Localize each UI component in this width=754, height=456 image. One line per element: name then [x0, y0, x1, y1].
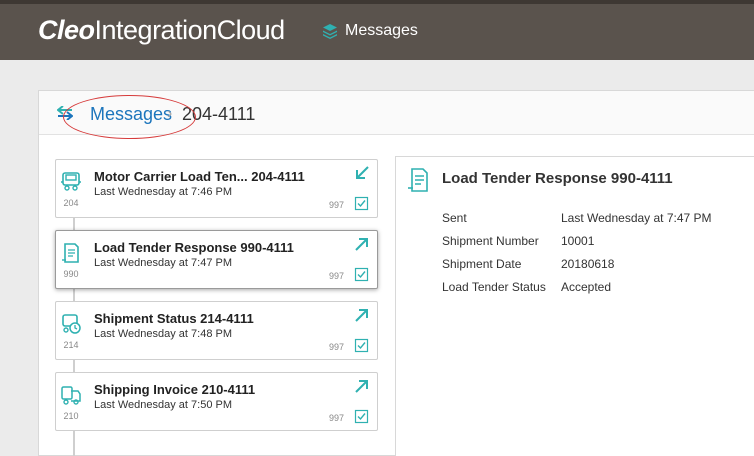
brand-name-part1: Cleo	[38, 15, 95, 45]
ack-check-icon	[354, 338, 369, 353]
detail-value: Last Wednesday at 7:47 PM	[561, 211, 712, 225]
brand-name-part2: IntegrationCloud	[94, 15, 286, 45]
truck-icon	[61, 172, 81, 191]
detail-row-shipment-number: Shipment Number 10001	[442, 234, 594, 248]
message-detail-panel: Load Tender Response 990-4111 Sent Last W…	[395, 156, 754, 456]
message-card[interactable]: 214 Shipment Status 214-4111 Last Wednes…	[55, 301, 378, 360]
outbound-arrow-icon	[355, 238, 368, 251]
message-title: Load Tender Response 990-4111	[94, 240, 294, 255]
nav-messages[interactable]: Messages	[322, 20, 418, 42]
outbound-arrow-icon	[355, 309, 368, 322]
message-title: Shipment Status 214-4111	[94, 311, 254, 326]
layers-icon	[323, 24, 337, 39]
detail-row-shipment-date: Shipment Date 20180618	[442, 257, 614, 271]
breadcrumb-messages-link[interactable]: Messages	[90, 103, 172, 125]
message-title: Shipping Invoice 210-4111	[94, 382, 256, 397]
ack-code: 997	[328, 413, 344, 423]
message-code: 214	[63, 340, 79, 350]
message-code: 204	[63, 198, 79, 208]
breadcrumb-current: 204-4111	[182, 104, 256, 124]
back-arrows-icon[interactable]	[57, 106, 73, 120]
ack-check-icon	[354, 267, 369, 282]
brand-logo[interactable]: CleoIntegrationCloud	[38, 14, 285, 46]
message-card[interactable]: 990 Load Tender Response 990-4111 Last W…	[55, 230, 378, 289]
inbound-arrow-icon	[356, 166, 369, 179]
detail-value: 10001	[561, 234, 595, 248]
detail-label: Shipment Date	[442, 257, 522, 271]
ack-check-icon	[354, 196, 369, 211]
truck-status-icon	[62, 314, 81, 334]
message-card[interactable]: 204 Motor Carrier Load Ten... 204-4111 L…	[55, 159, 378, 218]
message-card[interactable]: 210 Shipping Invoice 210-4111 Last Wedne…	[55, 372, 378, 431]
breadcrumb: Messages › 204-4111	[39, 91, 754, 139]
detail-title: Load Tender Response 990-4111	[442, 170, 673, 187]
message-code: 990	[63, 269, 79, 279]
ack-check-icon	[354, 409, 369, 424]
detail-value: Accepted	[561, 280, 612, 294]
breadcrumb-separator: ›	[167, 105, 173, 122]
main-panel: Messages › 204-4111 204 Motor Carrier Lo…	[38, 90, 754, 456]
detail-label: Sent	[442, 211, 467, 225]
ack-code: 997	[328, 200, 344, 210]
message-title: Motor Carrier Load Ten... 204-4111	[94, 169, 305, 184]
nav-messages-label: Messages	[345, 22, 418, 39]
invoice-icon	[61, 386, 81, 405]
message-time: Last Wednesday at 7:50 PM	[94, 399, 232, 411]
detail-row-load-tender-status: Load Tender Status Accepted	[442, 280, 611, 294]
message-time: Last Wednesday at 7:48 PM	[94, 328, 232, 340]
top-bar: CleoIntegrationCloud Messages	[0, 0, 754, 60]
detail-row-sent: Sent Last Wednesday at 7:47 PM	[442, 211, 712, 225]
document-icon	[62, 243, 79, 263]
message-time: Last Wednesday at 7:47 PM	[94, 257, 232, 269]
message-code: 210	[63, 411, 79, 421]
detail-label: Load Tender Status	[442, 280, 546, 294]
detail-value: 20180618	[561, 257, 615, 271]
outbound-arrow-icon	[355, 380, 368, 393]
ack-code: 997	[328, 342, 344, 352]
document-icon	[408, 168, 428, 192]
message-time: Last Wednesday at 7:46 PM	[94, 186, 232, 198]
detail-label: Shipment Number	[442, 234, 539, 248]
top-strip	[0, 0, 754, 4]
ack-code: 997	[328, 271, 344, 281]
